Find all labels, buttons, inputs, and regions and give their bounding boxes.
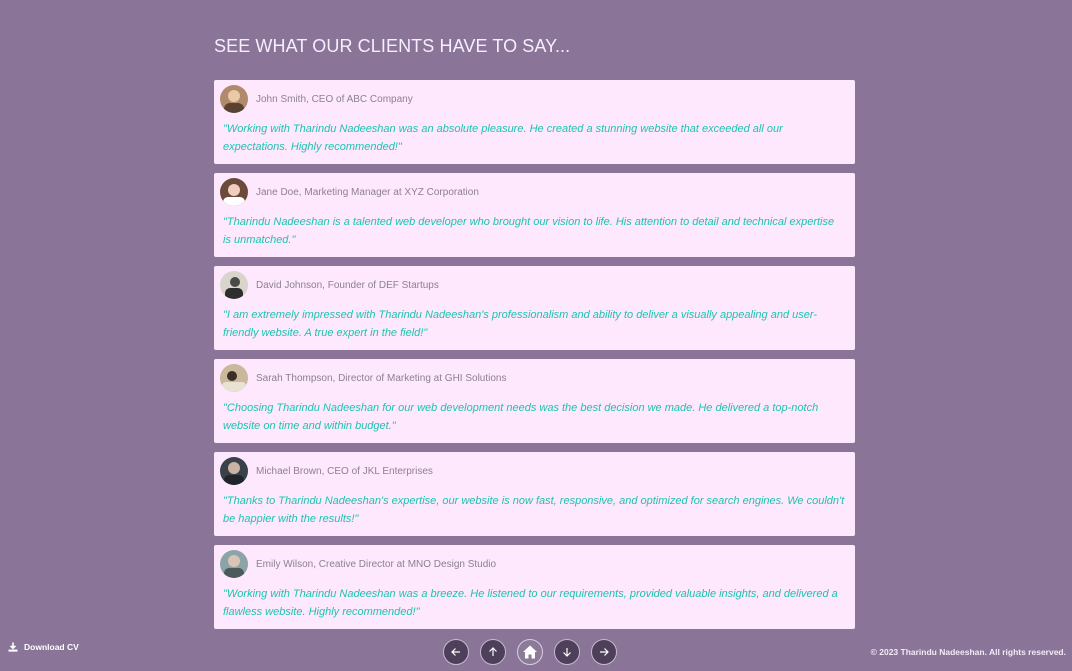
nav-next-button[interactable] [591, 639, 617, 665]
home-icon [523, 645, 537, 659]
arrow-left-icon [451, 648, 460, 656]
avatar [220, 271, 248, 299]
nav-prev-button[interactable] [443, 639, 469, 665]
testimonial-quote: "Tharindu Nadeeshan is a talented web de… [223, 216, 835, 246]
copyright-text: © 2023 Tharindu Nadeeshan. All rights re… [870, 647, 1066, 657]
testimonial-quote: "Choosing Tharindu Nadeeshan for our web… [223, 402, 819, 432]
testimonial-author: Jane Doe, Marketing Manager at XYZ Corpo… [256, 186, 479, 198]
download-cv-link[interactable]: Download CV [8, 642, 79, 652]
testimonial-author: Sarah Thompson, Director of Marketing at… [256, 372, 507, 384]
testimonial-card: Sarah Thompson, Director of Marketing at… [214, 359, 855, 443]
avatar [220, 178, 248, 206]
testimonial-quote: "Working with Tharindu Nadeeshan was a b… [223, 588, 838, 618]
testimonial-quote: "I am extremely impressed with Tharindu … [223, 309, 817, 339]
testimonial-card: Emily Wilson, Creative Director at MNO D… [214, 545, 855, 629]
testimonial-card: Jane Doe, Marketing Manager at XYZ Corpo… [214, 173, 855, 257]
testimonial-author: Emily Wilson, Creative Director at MNO D… [256, 558, 497, 570]
avatar [220, 457, 248, 485]
testimonial-card: John Smith, CEO of ABC Company "Working … [214, 80, 855, 164]
avatar [220, 550, 248, 578]
testimonial-card: Michael Brown, CEO of JKL Enterprises "T… [214, 452, 855, 536]
nav-down-button[interactable] [554, 639, 580, 665]
testimonials-page: SEE WHAT OUR CLIENTS HAVE TO SAY... John… [0, 0, 1072, 671]
page-navigation [443, 639, 617, 665]
section-title: SEE WHAT OUR CLIENTS HAVE TO SAY... [214, 36, 571, 56]
testimonial-author: John Smith, CEO of ABC Company [256, 93, 413, 105]
arrow-up-icon [489, 647, 497, 656]
testimonial-author: David Johnson, Founder of DEF Startups [256, 279, 439, 291]
testimonial-list: John Smith, CEO of ABC Company "Working … [214, 80, 855, 638]
testimonial-quote: "Working with Tharindu Nadeeshan was an … [223, 123, 783, 153]
arrow-down-icon [563, 648, 571, 657]
nav-home-button[interactable] [517, 639, 543, 665]
nav-up-button[interactable] [480, 639, 506, 665]
avatar [220, 364, 248, 392]
testimonial-card: David Johnson, Founder of DEF Startups "… [214, 266, 855, 350]
avatar [220, 85, 248, 113]
arrow-right-icon [600, 648, 609, 656]
download-cv-label: Download CV [24, 642, 79, 652]
testimonial-quote: "Thanks to Tharindu Nadeeshan's expertis… [223, 495, 845, 525]
download-icon [8, 642, 18, 652]
testimonial-author: Michael Brown, CEO of JKL Enterprises [256, 465, 433, 477]
